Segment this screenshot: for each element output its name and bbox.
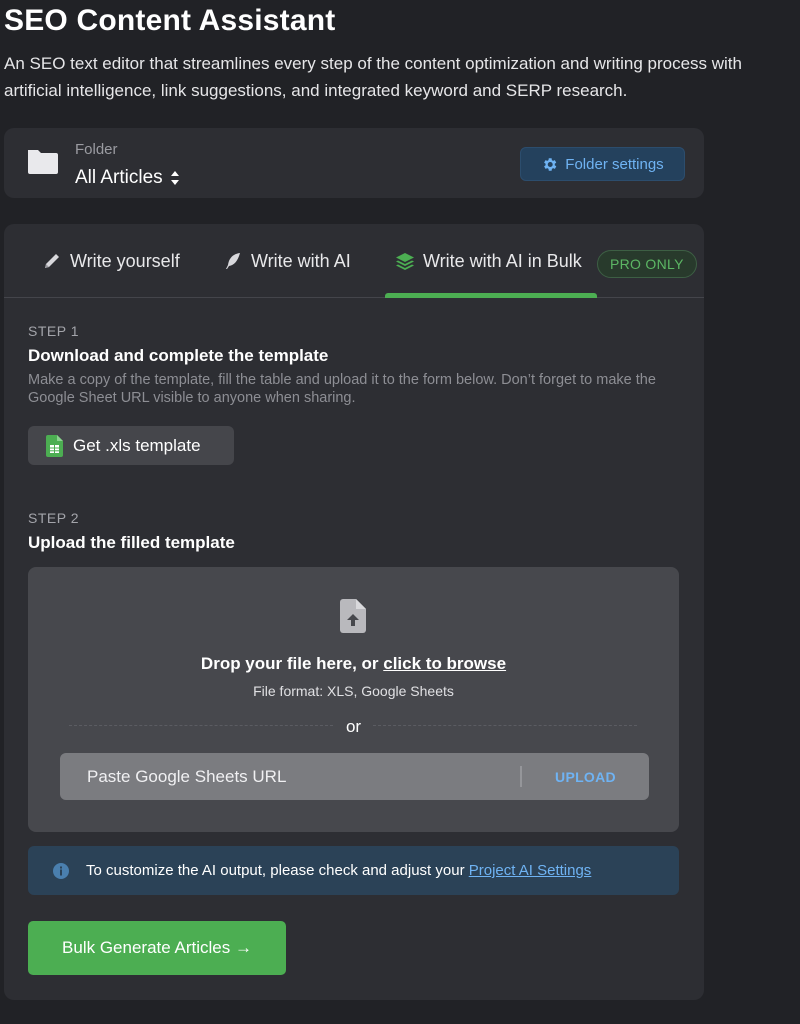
divider-right <box>373 725 637 726</box>
google-sheets-url-input[interactable] <box>60 753 515 800</box>
active-tab-indicator <box>385 293 597 298</box>
folder-select-value: All Articles <box>75 167 163 188</box>
tab-label: Write with AI in Bulk <box>423 250 582 271</box>
layers-icon <box>396 253 414 270</box>
bulk-generate-articles-button[interactable]: Bulk Generate Articles → <box>28 921 286 975</box>
project-ai-settings-link[interactable]: Project AI Settings <box>469 862 592 879</box>
or-text: or <box>345 717 362 736</box>
upload-file-icon[interactable] <box>340 599 366 633</box>
page-description: An SEO text editor that streamlines ever… <box>4 54 742 100</box>
file-format-text: File format: XLS, Google Sheets <box>253 683 454 699</box>
folder-card: Folder All Articles Folder settings <box>4 128 704 198</box>
step-1-label: STEP 1 <box>28 323 79 339</box>
info-text: To customize the AI output, please check… <box>86 862 591 879</box>
file-dropzone[interactable]: Drop your file here, or click to browse … <box>28 567 679 832</box>
folder-select[interactable]: All Articles <box>75 167 180 189</box>
info-icon <box>53 862 69 879</box>
step-2-label: STEP 2 <box>28 510 79 526</box>
bulk-write-card: Write yourself Write with AI Write with … <box>4 224 704 1000</box>
tab-write-yourself[interactable]: Write yourself <box>42 224 180 298</box>
step-1-title: Download and complete the template <box>28 346 329 365</box>
pencil-icon <box>45 254 59 268</box>
info-text-body: To customize the AI output, please check… <box>86 862 465 879</box>
drop-text-prefix: Drop your file here, or <box>200 654 379 673</box>
upload-button[interactable]: UPLOAD <box>522 753 649 800</box>
click-to-browse-link[interactable]: click to browse <box>383 654 506 673</box>
page-title: SEO Content Assistant <box>4 4 336 37</box>
step-1-description: Make a copy of the template, fill the ta… <box>28 372 656 406</box>
folder-label: Folder <box>75 141 118 158</box>
get-xls-template-button[interactable]: Get .xls template <box>28 426 234 465</box>
tab-write-with-ai[interactable]: Write with AI <box>223 224 351 298</box>
gear-icon <box>544 157 557 171</box>
pro-only-badge: PRO ONLY <box>597 250 697 278</box>
spreadsheet-icon <box>46 434 63 457</box>
tab-label: Write with AI <box>251 250 351 271</box>
ai-settings-info: To customize the AI output, please check… <box>28 846 679 895</box>
quill-icon <box>226 253 240 269</box>
drop-text: Drop your file here, or click to browse <box>28 654 679 674</box>
write-mode-tabs: Write yourself Write with AI Write with … <box>4 224 704 298</box>
folder-icon <box>28 150 58 174</box>
template-button-label: Get .xls template <box>73 435 201 455</box>
sort-arrows-icon <box>170 171 179 185</box>
step-2-title: Upload the filled template <box>28 533 235 552</box>
tab-label: Write yourself <box>70 250 180 271</box>
folder-settings-button[interactable]: Folder settings <box>520 147 685 181</box>
folder-settings-label: Folder settings <box>565 155 664 173</box>
tab-write-with-ai-in-bulk[interactable]: Write with AI in Bulk <box>395 224 582 298</box>
google-sheets-url-box: UPLOAD <box>60 753 649 800</box>
